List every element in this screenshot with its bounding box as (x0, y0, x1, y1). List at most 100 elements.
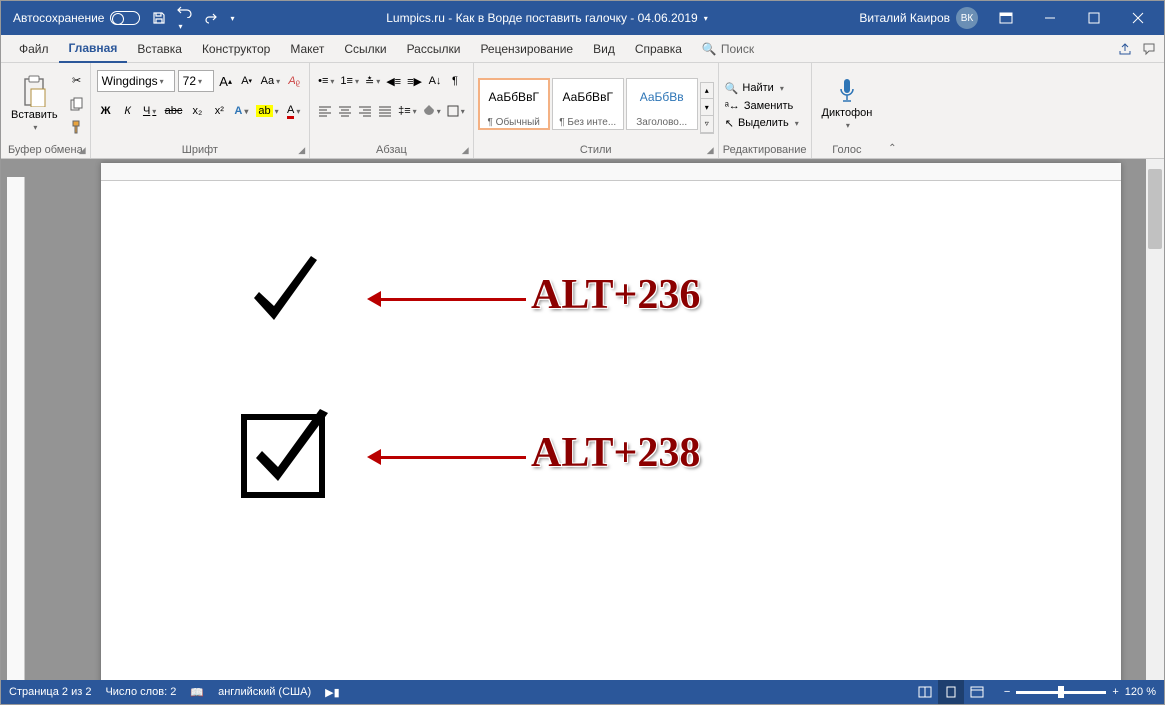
italic-button[interactable]: К (119, 101, 137, 121)
tab-review[interactable]: Рецензирование (470, 35, 583, 63)
doc-title: Lumpics.ru - Как в Ворде поставить галоч… (235, 11, 860, 25)
superscript-button[interactable]: x² (210, 101, 228, 121)
dictate-button[interactable]: Диктофон ▾ (816, 68, 879, 140)
vertical-scrollbar[interactable] (1146, 159, 1164, 680)
sort-icon[interactable]: A↓ (426, 71, 444, 91)
group-voice: Диктофон ▾ Голос (812, 63, 883, 158)
align-right-icon[interactable] (356, 101, 374, 121)
statusbar: Страница 2 из 2 Число слов: 2 📖 английск… (1, 680, 1164, 704)
style-normal[interactable]: АаБбВвГ ¶ Обычный (478, 78, 550, 130)
font-color-icon[interactable]: A▾ (285, 101, 303, 121)
spellcheck-icon[interactable]: 📖 (190, 686, 204, 699)
paste-button[interactable]: Вставить ▾ (5, 68, 64, 140)
horizontal-ruler[interactable] (101, 163, 1121, 181)
find-button[interactable]: 🔍Найти▾ (723, 81, 801, 96)
clear-formatting-icon[interactable]: Aᵨ (285, 71, 303, 91)
zoom-out-button[interactable]: − (1004, 686, 1010, 698)
decrease-indent-icon[interactable]: ◀≡ (384, 71, 403, 91)
group-paragraph: •≡▾ 1≡▾ ≛▾ ◀≡ ≡▶ A↓ ¶ ‡≡▾ ▾ ▾ (310, 63, 474, 158)
search-box[interactable]: 🔍 Поиск (702, 42, 754, 56)
tab-layout[interactable]: Макет (280, 35, 334, 63)
print-layout-icon[interactable] (938, 680, 964, 704)
style-heading1[interactable]: АаБбВв Заголово... (626, 78, 698, 130)
tab-home[interactable]: Главная (59, 35, 128, 63)
align-center-icon[interactable] (336, 101, 354, 121)
vertical-ruler[interactable] (7, 177, 25, 680)
justify-icon[interactable] (376, 101, 394, 121)
comments-icon[interactable] (1142, 42, 1156, 56)
select-button[interactable]: ↖Выделить▾ (723, 116, 801, 131)
tab-design[interactable]: Конструктор (192, 35, 280, 63)
dialog-launcher-icon[interactable]: ◢ (462, 145, 469, 156)
close-button[interactable] (1116, 1, 1160, 35)
font-size-combo[interactable]: 72▾ (178, 70, 214, 92)
tab-view[interactable]: Вид (583, 35, 625, 63)
ribbon-display-options-icon[interactable] (984, 1, 1028, 35)
page[interactable]: ALT+236 ALT+238 (101, 163, 1121, 680)
document-area: ALT+236 ALT+238 (1, 159, 1164, 680)
zoom-in-button[interactable]: + (1112, 686, 1118, 698)
styles-scroll[interactable]: ▴▾▿ (700, 82, 714, 134)
cursor-icon: ↖ (725, 117, 734, 130)
redo-icon[interactable] (204, 11, 218, 25)
web-layout-icon[interactable] (964, 680, 990, 704)
save-icon[interactable] (152, 11, 166, 25)
minimize-button[interactable] (1028, 1, 1072, 35)
line-spacing-icon[interactable]: ‡≡▾ (396, 101, 419, 121)
annotation-label-1: ALT+236 (531, 271, 700, 319)
clipboard-icon (20, 75, 48, 107)
numbering-icon[interactable]: 1≡▾ (338, 71, 361, 91)
word-window: Автосохранение ▾ ▾ Lumpics.ru - Как в Во… (0, 0, 1165, 705)
tab-references[interactable]: Ссылки (334, 35, 396, 63)
align-left-icon[interactable] (316, 101, 334, 121)
maximize-button[interactable] (1072, 1, 1116, 35)
zoom-level[interactable]: 120 % (1125, 686, 1156, 698)
chevron-down-icon: ▾ (33, 123, 37, 132)
collapse-ribbon-icon[interactable]: ⌃ (888, 143, 896, 154)
increase-indent-icon[interactable]: ≡▶ (405, 71, 424, 91)
change-case-icon[interactable]: Aa▾ (259, 71, 282, 91)
bullets-icon[interactable]: •≡▾ (316, 71, 336, 91)
dialog-launcher-icon[interactable]: ◢ (79, 145, 86, 156)
shrink-font-icon[interactable]: A▾ (238, 71, 256, 91)
replace-button[interactable]: ᵃ↔Заменить (723, 99, 801, 113)
copy-icon[interactable] (68, 94, 86, 114)
underline-button[interactable]: Ч▾ (141, 101, 159, 121)
user-name: Виталий Каиров (859, 11, 950, 25)
tab-mailings[interactable]: Рассылки (397, 35, 471, 63)
cut-icon[interactable]: ✂ (68, 71, 86, 91)
dialog-launcher-icon[interactable]: ◢ (707, 145, 714, 156)
avatar: ВК (956, 7, 978, 29)
page-indicator[interactable]: Страница 2 из 2 (9, 686, 91, 698)
macro-icon[interactable]: ▶▮ (325, 686, 340, 699)
style-no-spacing[interactable]: АаБбВвГ ¶ Без инте... (552, 78, 624, 130)
language-indicator[interactable]: английский (США) (218, 686, 311, 698)
zoom-control: − + 120 % (1004, 686, 1156, 698)
grow-font-icon[interactable]: A▴ (217, 71, 235, 91)
undo-icon[interactable]: ▾ (176, 4, 194, 32)
dialog-launcher-icon[interactable]: ◢ (298, 145, 305, 156)
highlight-icon[interactable]: ab▾ (254, 101, 280, 121)
search-icon: 🔍 (725, 82, 739, 95)
tab-help[interactable]: Справка (625, 35, 692, 63)
read-mode-icon[interactable] (912, 680, 938, 704)
user-account[interactable]: Виталий Каиров ВК (859, 7, 978, 29)
scrollbar-thumb[interactable] (1148, 169, 1162, 249)
autosave-label: Автосохранение (13, 11, 104, 25)
share-icon[interactable] (1118, 42, 1132, 56)
subscript-button[interactable]: x₂ (188, 101, 206, 121)
format-painter-icon[interactable] (68, 117, 86, 137)
multilevel-icon[interactable]: ≛▾ (363, 71, 382, 91)
show-marks-icon[interactable]: ¶ (446, 71, 464, 91)
font-name-combo[interactable]: Wingdings▾ (97, 70, 175, 92)
bold-button[interactable]: Ж (97, 101, 115, 121)
autosave-toggle[interactable]: Автосохранение (13, 11, 140, 25)
shading-icon[interactable]: ▾ (421, 101, 443, 121)
strikethrough-button[interactable]: abc (163, 101, 185, 121)
zoom-slider[interactable] (1016, 691, 1106, 694)
word-count[interactable]: Число слов: 2 (105, 686, 176, 698)
text-effects-icon[interactable]: A▾ (232, 101, 250, 121)
tab-file[interactable]: Файл (9, 35, 59, 63)
tab-insert[interactable]: Вставка (127, 35, 192, 63)
borders-icon[interactable]: ▾ (445, 101, 467, 121)
